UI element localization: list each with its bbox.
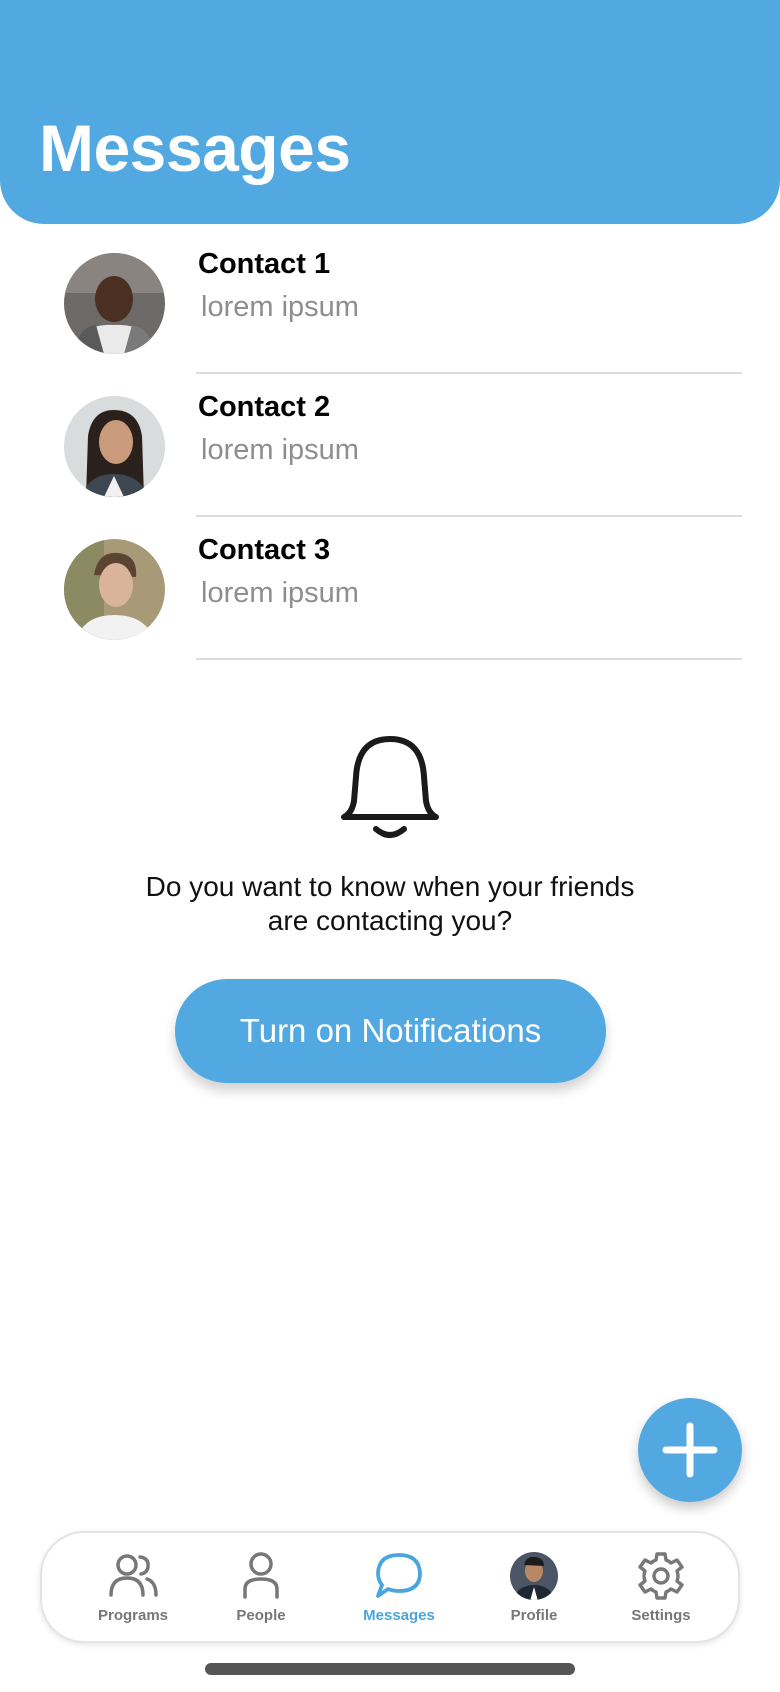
tab-messages[interactable]: Messages [344,1551,454,1631]
tab-programs[interactable]: Programs [78,1551,188,1631]
prompt-line-2: are contacting you? [267,905,513,936]
new-message-button[interactable] [638,1398,742,1502]
contact-name: Contact 1 [198,248,331,280]
people-group-icon [109,1554,158,1597]
divider [196,515,742,517]
contact-row-2[interactable]: Contact 2 lorem ipsum [0,387,780,530]
tab-label: Messages [363,1607,435,1624]
tab-profile[interactable]: Profile [479,1551,589,1631]
person-icon [243,1552,279,1599]
contact-name: Contact 3 [198,534,331,566]
turn-on-notifications-button[interactable]: Turn on Notifications [175,979,606,1083]
profile-avatar [510,1552,558,1600]
divider [196,658,742,660]
tab-label: Programs [97,1607,169,1624]
contact-preview: lorem ipsum [201,577,359,609]
contact-avatar [64,253,165,354]
home-indicator[interactable] [205,1663,575,1675]
contact-name: Contact 2 [198,391,331,423]
tab-people[interactable]: People [206,1551,316,1631]
prompt-line-1: Do you want to know when your friends [145,871,635,902]
page-title: Messages [39,111,351,185]
header-bar: Messages [0,0,780,224]
tab-label: Settings [631,1607,691,1624]
bell-icon [338,733,442,845]
notification-prompt: Do you want to know when your friends ar… [0,870,780,938]
divider [196,372,742,374]
gear-icon [638,1552,684,1600]
tab-label: People [236,1607,286,1624]
contact-avatar [64,396,165,497]
tab-label: Profile [510,1607,558,1624]
contact-preview: lorem ipsum [201,291,359,323]
contact-row-1[interactable]: Contact 1 lorem ipsum [0,244,780,387]
contact-preview: lorem ipsum [201,434,359,466]
bottom-tab-bar: Programs People Messages Profile Setting… [40,1531,740,1643]
plus-icon [662,1422,718,1478]
contact-avatar [64,539,165,640]
contact-row-3[interactable]: Contact 3 lorem ipsum [0,530,780,673]
tab-settings[interactable]: Settings [606,1551,716,1631]
chat-bubble-icon [376,1553,422,1598]
